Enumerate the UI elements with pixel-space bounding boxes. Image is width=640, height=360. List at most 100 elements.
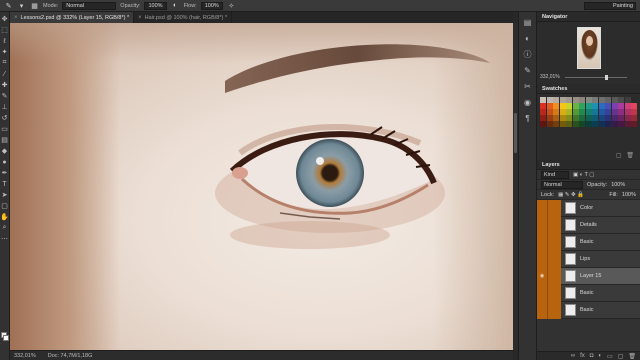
swatch-color[interactable]	[559, 121, 566, 127]
kind-filter[interactable]: Kind	[541, 170, 569, 179]
swatch-color[interactable]	[579, 115, 585, 121]
navigator-header[interactable]: Navigator	[537, 12, 640, 22]
layer-name[interactable]: Basic	[580, 307, 593, 313]
swatch-color[interactable]	[553, 97, 559, 103]
delete-icon[interactable]: 🗑	[626, 152, 634, 159]
swatch-color[interactable]	[559, 109, 566, 115]
visibility-eye-icon[interactable]: ◉	[537, 267, 547, 285]
zoom-tool-icon[interactable]: ⌕	[0, 223, 9, 233]
swatch-color[interactable]	[572, 115, 579, 121]
layer-thumbnail[interactable]	[565, 287, 576, 299]
brush-tool-icon[interactable]: ✎	[0, 91, 9, 101]
swatch-color[interactable]	[611, 97, 618, 103]
opacity-value[interactable]: 100%	[611, 182, 625, 188]
swatch-color[interactable]	[546, 109, 553, 115]
more-tools-icon[interactable]: ⋯	[0, 234, 9, 244]
hand-tool-icon[interactable]: ✋	[0, 212, 9, 222]
swatch-color[interactable]	[624, 97, 631, 103]
visibility-eye-icon[interactable]	[537, 233, 547, 251]
layer-name[interactable]: Basic	[580, 290, 593, 296]
layer-thumbnail[interactable]	[565, 253, 576, 265]
mode-select[interactable]: Normal	[62, 1, 117, 10]
swatch-color[interactable]	[611, 115, 618, 121]
fill-value[interactable]: 100%	[622, 192, 636, 198]
swatch-color[interactable]	[566, 109, 572, 115]
move-tool-icon[interactable]: ✥	[0, 14, 9, 24]
swatch-color[interactable]	[585, 121, 592, 127]
close-icon[interactable]: ×	[14, 15, 18, 21]
swatch-color[interactable]	[631, 97, 637, 103]
swatch-color[interactable]	[553, 103, 559, 109]
close-icon[interactable]: ×	[138, 15, 142, 21]
swatch-color[interactable]	[618, 121, 624, 127]
scrollbar-thumb[interactable]	[514, 113, 517, 153]
swatch-color[interactable]	[631, 121, 637, 127]
opacity-field[interactable]: 100%	[144, 1, 167, 10]
layer-row[interactable]: Details	[537, 216, 640, 234]
brush-tool-icon[interactable]: ✎	[4, 2, 13, 10]
pressure-opacity-icon[interactable]: ◐	[171, 2, 180, 10]
path-select-tool-icon[interactable]: ➤	[0, 190, 9, 200]
swatch-color[interactable]	[540, 109, 546, 115]
group-icon[interactable]: ▭	[607, 353, 613, 360]
brush-settings-icon[interactable]: ▦	[30, 2, 39, 10]
swatch-color[interactable]	[631, 103, 637, 109]
layer-row[interactable]: Basic	[537, 301, 640, 319]
navigator-preview[interactable]	[577, 27, 601, 69]
marquee-tool-icon[interactable]: ⬚	[0, 25, 9, 35]
swatch-color[interactable]	[605, 103, 611, 109]
swatch-color[interactable]	[540, 103, 546, 109]
tab-hair[interactable]: × Hair.psd @ 100% (hair, RGB/8*) *	[134, 12, 232, 23]
brush-panel-icon[interactable]: ✎	[522, 64, 534, 76]
swatch-color[interactable]	[546, 103, 553, 109]
swatch-color[interactable]	[546, 121, 553, 127]
adjustment-layer-icon[interactable]: ◐	[598, 353, 602, 359]
swatch-color[interactable]	[585, 115, 592, 121]
swatch-color[interactable]	[592, 115, 598, 121]
swatches-header[interactable]: Swatches	[537, 84, 640, 94]
swatch-color[interactable]	[572, 109, 579, 115]
swatch-color[interactable]	[566, 121, 572, 127]
swatch-color[interactable]	[624, 109, 631, 115]
layer-thumbnail[interactable]	[565, 202, 576, 214]
visibility-eye-icon[interactable]	[537, 301, 547, 319]
swatch-color[interactable]	[572, 97, 579, 103]
gradient-tool-icon[interactable]: ▤	[0, 135, 9, 145]
layer-name[interactable]: Basic	[580, 239, 593, 245]
layer-name[interactable]: Details	[580, 222, 597, 228]
blur-tool-icon[interactable]: ◆	[0, 146, 9, 156]
swatch-color[interactable]	[618, 97, 624, 103]
swatch-color[interactable]	[618, 103, 624, 109]
visibility-eye-icon[interactable]	[537, 199, 547, 217]
background-color-swatch[interactable]	[3, 335, 9, 341]
crop-tool-icon[interactable]: ⌗	[0, 58, 9, 68]
tool-presets-icon[interactable]: ✂	[522, 80, 534, 92]
swatch-color[interactable]	[605, 109, 611, 115]
eyedropper-tool-icon[interactable]: ⁄	[0, 69, 9, 79]
swatch-color[interactable]	[611, 103, 618, 109]
lock-icons[interactable]: ▦ ✎ ✥ 🔒	[558, 192, 584, 198]
swatch-color[interactable]	[553, 121, 559, 127]
swatch-color[interactable]	[546, 97, 553, 103]
quick-select-tool-icon[interactable]: ✦	[0, 47, 9, 57]
visibility-eye-icon[interactable]	[537, 216, 547, 234]
swatch-color[interactable]	[579, 109, 585, 115]
healing-tool-icon[interactable]: ✚	[0, 80, 9, 90]
color-panel-icon[interactable]: ◐	[522, 32, 534, 44]
mask-icon[interactable]: ◘	[590, 353, 594, 359]
dodge-tool-icon[interactable]: ●	[0, 157, 9, 167]
swatch-color[interactable]	[598, 97, 605, 103]
layer-thumbnail[interactable]	[565, 236, 576, 248]
type-tool-icon[interactable]: T	[0, 179, 9, 189]
swatch-color[interactable]	[598, 115, 605, 121]
swatch-color[interactable]	[592, 103, 598, 109]
swatch-color[interactable]	[605, 97, 611, 103]
swatch-color[interactable]	[605, 121, 611, 127]
layer-name[interactable]: Lips	[580, 256, 590, 262]
shape-tool-icon[interactable]: ▢	[0, 201, 9, 211]
swatch-color[interactable]	[611, 121, 618, 127]
adjustments-icon[interactable]: ◉	[522, 96, 534, 108]
swatch-color[interactable]	[566, 115, 572, 121]
filter-icons[interactable]: ▣ ◐ T ▢	[573, 172, 594, 178]
pen-tool-icon[interactable]: ✒	[0, 168, 9, 178]
